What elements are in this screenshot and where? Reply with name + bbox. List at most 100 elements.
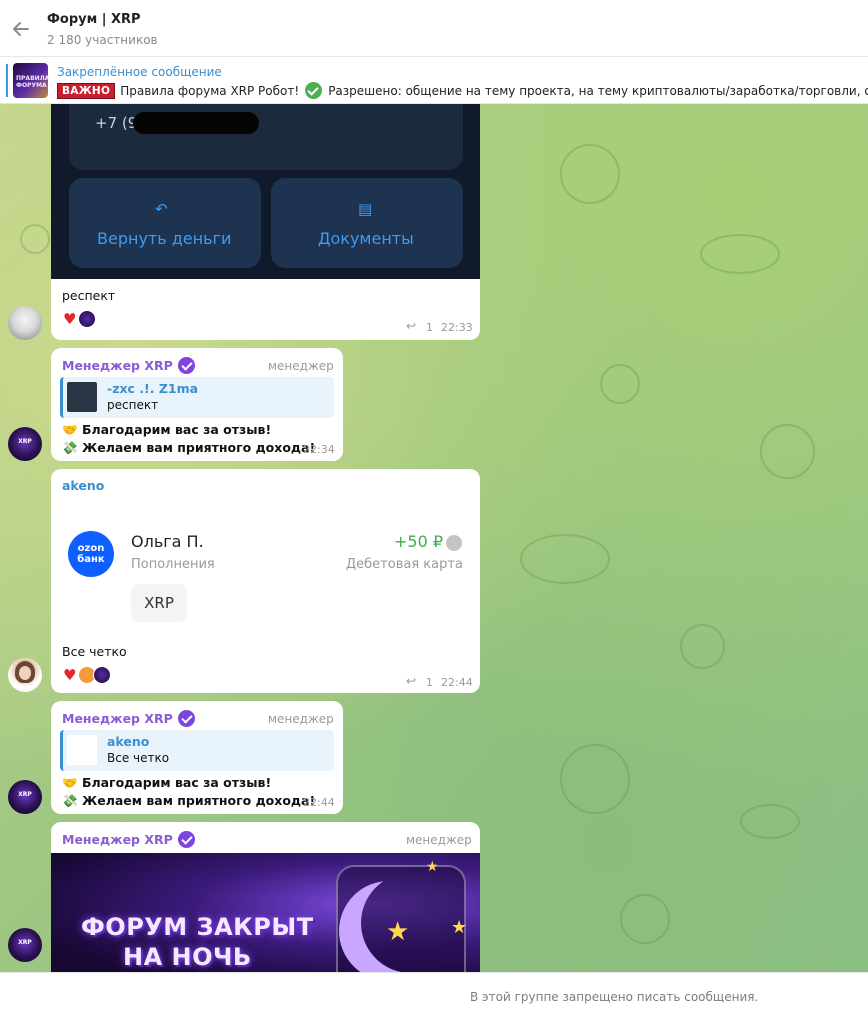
message-time: 22:33	[441, 321, 473, 334]
message-line: 💸 Желаем вам приятного дохода!	[62, 440, 315, 456]
quote-text: Все четко	[107, 751, 170, 765]
money-icon: 💸	[62, 793, 78, 808]
message-bubble[interactable]: Менеджер XRP менеджер akeno Все четко 🤝 …	[51, 701, 343, 814]
avatar[interactable]	[8, 306, 42, 340]
chat-area[interactable]: +7 (9 ↶ Вернуть деньги ▤ Документы респе…	[0, 104, 868, 972]
heart-icon[interactable]: ♥	[63, 667, 76, 683]
message-line: 🤝 Благодарим вас за отзыв!	[62, 775, 271, 791]
message-bubble[interactable]: Менеджер XRP менеджер ★ ★ ★ ФОРУМ ЗАКРЫТ…	[51, 822, 480, 972]
forum-closed-banner[interactable]: ★ ★ ★ ФОРУМ ЗАКРЫТ НА НОЧЬ	[51, 853, 480, 972]
reactions[interactable]: ♥	[63, 310, 97, 328]
redacted-area	[133, 112, 259, 134]
message-bubble[interactable]: Менеджер XRP менеджер -zxc .!. Z1ma респ…	[51, 348, 343, 461]
documents-icon: ▤	[358, 200, 373, 218]
background-doodle	[700, 234, 780, 274]
write-restricted-notice: В этой группе запрещено писать сообщения…	[470, 990, 759, 1004]
message-line: 💸 Желаем вам приятного дохода!	[62, 793, 315, 809]
avatar-label: XRP	[18, 939, 32, 946]
avatar[interactable]: XRP	[8, 928, 42, 962]
sender-name[interactable]: Менеджер XRP	[62, 357, 195, 374]
handshake-icon: 🤝	[62, 775, 78, 790]
reply-quote[interactable]: -zxc .!. Z1ma респект	[60, 377, 334, 418]
payment-amount: +50 ₽	[394, 532, 444, 551]
star-icon: ★	[426, 859, 439, 875]
clock-icon	[446, 535, 462, 551]
background-doodle	[620, 894, 670, 944]
line-text: Благодарим вас за отзыв!	[81, 775, 272, 790]
heart-icon[interactable]: ♥	[63, 311, 76, 327]
reply-arrow-icon[interactable]: ↩	[406, 319, 416, 333]
payer-name: Ольга П.	[131, 532, 204, 551]
message-time: 22:44	[441, 676, 473, 689]
pinned-thumbnail: ПРАВИЛА ФОРУМА	[13, 63, 49, 98]
pinned-text: ВАЖНО Правила форума XRP Робот! Разрешен…	[57, 82, 868, 99]
reply-arrow-icon[interactable]: ↩	[406, 674, 416, 688]
message-time: 22:34	[303, 443, 335, 456]
sender-name[interactable]: akeno	[62, 478, 104, 493]
quote-thumbnail	[67, 382, 97, 412]
refund-label: Вернуть деньги	[97, 229, 232, 248]
pinned-indicator	[6, 64, 8, 97]
star-icon: ★	[386, 917, 410, 947]
banner-line-1: ФОРУМ ЗАКРЫТ	[81, 913, 314, 941]
background-doodle	[600, 364, 640, 404]
message-line: 🤝 Благодарим вас за отзыв!	[62, 422, 271, 438]
reply-count[interactable]: 1	[426, 321, 433, 334]
avatar[interactable]	[8, 658, 42, 692]
chat-title[interactable]: Форум | XRP	[47, 12, 141, 27]
handshake-icon: 🤝	[62, 422, 78, 437]
line-text: Желаем вам приятного дохода!	[81, 440, 316, 455]
quote-thumbnail	[67, 735, 97, 765]
sender-name-text: Менеджер XRP	[62, 358, 173, 373]
reactor-avatar	[78, 310, 97, 328]
avatar-label: XRP	[18, 791, 32, 798]
avatar-label: XRP	[18, 438, 32, 445]
quote-author: -zxc .!. Z1ma	[107, 381, 199, 396]
reply-count[interactable]: 1	[426, 676, 433, 689]
message-text: Все четко	[62, 644, 127, 659]
avatar[interactable]: XRP	[8, 427, 42, 461]
sender-name[interactable]: Менеджер XRP	[62, 831, 195, 848]
sender-name-text: Менеджер XRP	[62, 711, 173, 726]
background-doodle	[20, 224, 50, 254]
background-doodle	[740, 804, 800, 839]
verified-badge-icon	[177, 831, 195, 848]
sender-role: менеджер	[268, 712, 334, 726]
line-text: Благодарим вас за отзыв!	[81, 422, 272, 437]
quote-text: респект	[107, 398, 159, 412]
background-doodle	[680, 624, 725, 669]
reactor-avatar	[93, 666, 112, 684]
banner-line-2: НА НОЧЬ	[123, 943, 252, 971]
refund-button	[69, 178, 261, 268]
phone-number: +7 (9	[95, 114, 138, 132]
reactions[interactable]: ♥	[63, 666, 112, 684]
sender-role: менеджер	[268, 359, 334, 373]
verified-badge-icon	[177, 357, 195, 374]
avatar[interactable]: XRP	[8, 780, 42, 814]
green-check-icon	[305, 82, 323, 99]
sender-name[interactable]: Менеджер XRP	[62, 710, 195, 727]
sender-name-text: Менеджер XRP	[62, 832, 173, 847]
message-bubble[interactable]: +7 (9 ↶ Вернуть деньги ▤ Документы респе…	[51, 104, 480, 340]
message-bubble[interactable]: akeno ozon банк Ольга П. Пополнения +50 …	[51, 469, 480, 693]
pinned-text-end: Разрешено: общение на тему проекта, на т…	[328, 83, 868, 98]
reply-quote[interactable]: akeno Все четко	[60, 730, 334, 771]
account-type: Дебетовая карта	[346, 557, 463, 572]
background-doodle	[760, 424, 815, 479]
comment-chip: XRP	[131, 584, 187, 622]
line-text: Желаем вам приятного дохода!	[81, 793, 316, 808]
background-doodle	[520, 534, 610, 584]
arrow-left-icon[interactable]	[10, 18, 32, 40]
pinned-text-start: Правила форума XRP Робот!	[120, 83, 300, 98]
pinned-title: Закреплённое сообщение	[57, 65, 222, 79]
sender-role: менеджер	[406, 833, 472, 847]
important-badge: ВАЖНО	[57, 82, 116, 99]
quote-author: akeno	[107, 734, 150, 749]
documents-label: Документы	[318, 229, 414, 248]
pinned-message-bar[interactable]: ПРАВИЛА ФОРУМА Закреплённое сообщение ВА…	[0, 57, 868, 104]
background-doodle	[560, 744, 630, 814]
moon-icon	[361, 873, 461, 972]
bank-app-screenshot[interactable]: +7 (9 ↶ Вернуть деньги ▤ Документы	[51, 104, 480, 279]
undo-icon: ↶	[155, 200, 168, 218]
payment-category: Пополнения	[131, 557, 215, 572]
